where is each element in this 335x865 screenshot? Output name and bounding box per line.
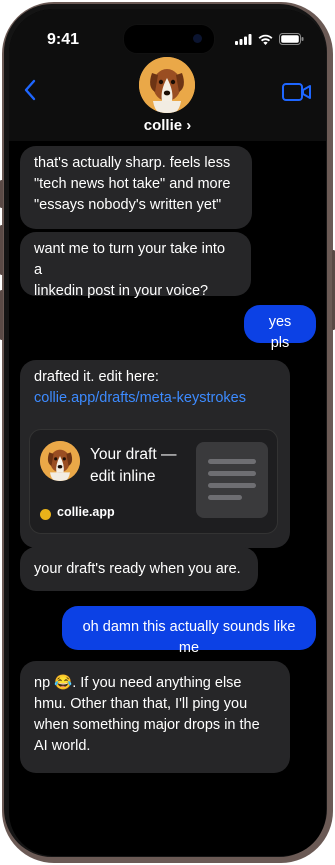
document-thumbnail [196,442,268,518]
volume-down-button [0,290,3,340]
incoming-message[interactable]: your draft's ready when you are. [20,547,258,591]
card-site: collie.app [57,505,115,519]
message-text-line: that's actually sharp. feels less [34,155,231,171]
message-text-line: want me to turn your take into a [34,241,226,278]
outgoing-message[interactable]: yes pls [244,305,316,351]
message-text-line: np 😂. If you need anything else [34,675,242,691]
incoming-message[interactable]: want me to turn your take into a linkedi… [20,232,251,299]
card-title: Your draft — edit inline [90,444,190,488]
message-text: oh damn this actually sounds like me [82,619,296,656]
chevron-left-icon[interactable] [23,79,37,101]
battery-icon [279,33,304,45]
message-text-line: "essays nobody's written yet" [34,197,222,213]
thumbnail-line [208,483,256,488]
wifi-icon [258,34,273,45]
video-camera-icon[interactable] [282,82,312,102]
status-icons [235,33,304,45]
dynamic-island [123,24,215,54]
volume-up-button [0,225,3,275]
signal-icon [235,33,252,45]
side-button [0,180,3,208]
status-time: 9:41 [47,31,80,48]
thumbnail-line [208,495,242,500]
contact-avatar[interactable] [139,57,195,113]
contact-name[interactable]: collie › [9,117,326,134]
draft-link[interactable]: collie.app/drafts/meta-keystrokes [34,388,276,409]
message-text-line: AI world. [34,738,91,754]
thumbnail-line [208,471,256,476]
thumbnail-line [208,459,256,464]
message-text: your draft's ready when you are. [34,561,241,577]
message-text-line: linkedin post in your voice? [34,283,209,299]
card-title-line: edit inline [90,468,156,485]
link-preview-card[interactable]: Your draft — edit inline collie.app [29,429,278,534]
message-text-line: when something major drops in the [34,717,260,733]
message-text-line: hmu. Other than that, I'll ping you [34,696,248,712]
card-avatar [40,441,80,481]
dog-avatar-icon [139,57,195,113]
incoming-message[interactable]: np 😂. If you need anything else hmu. Oth… [20,661,290,773]
screen: 9:41 collie › that's actually sharp. fee… [9,9,326,856]
message-text-line: "tech news hot take" and more [34,176,231,192]
message-text: yes pls [268,314,292,351]
card-title-line: Your draft — [90,446,177,463]
dog-avatar-icon [40,441,80,481]
front-camera [193,34,202,43]
outgoing-message[interactable]: oh damn this actually sounds like me [62,606,316,656]
incoming-message[interactable]: that's actually sharp. feels less "tech … [20,146,252,229]
message-text: drafted it. edit here: [34,369,159,385]
site-favicon-icon [40,509,51,520]
